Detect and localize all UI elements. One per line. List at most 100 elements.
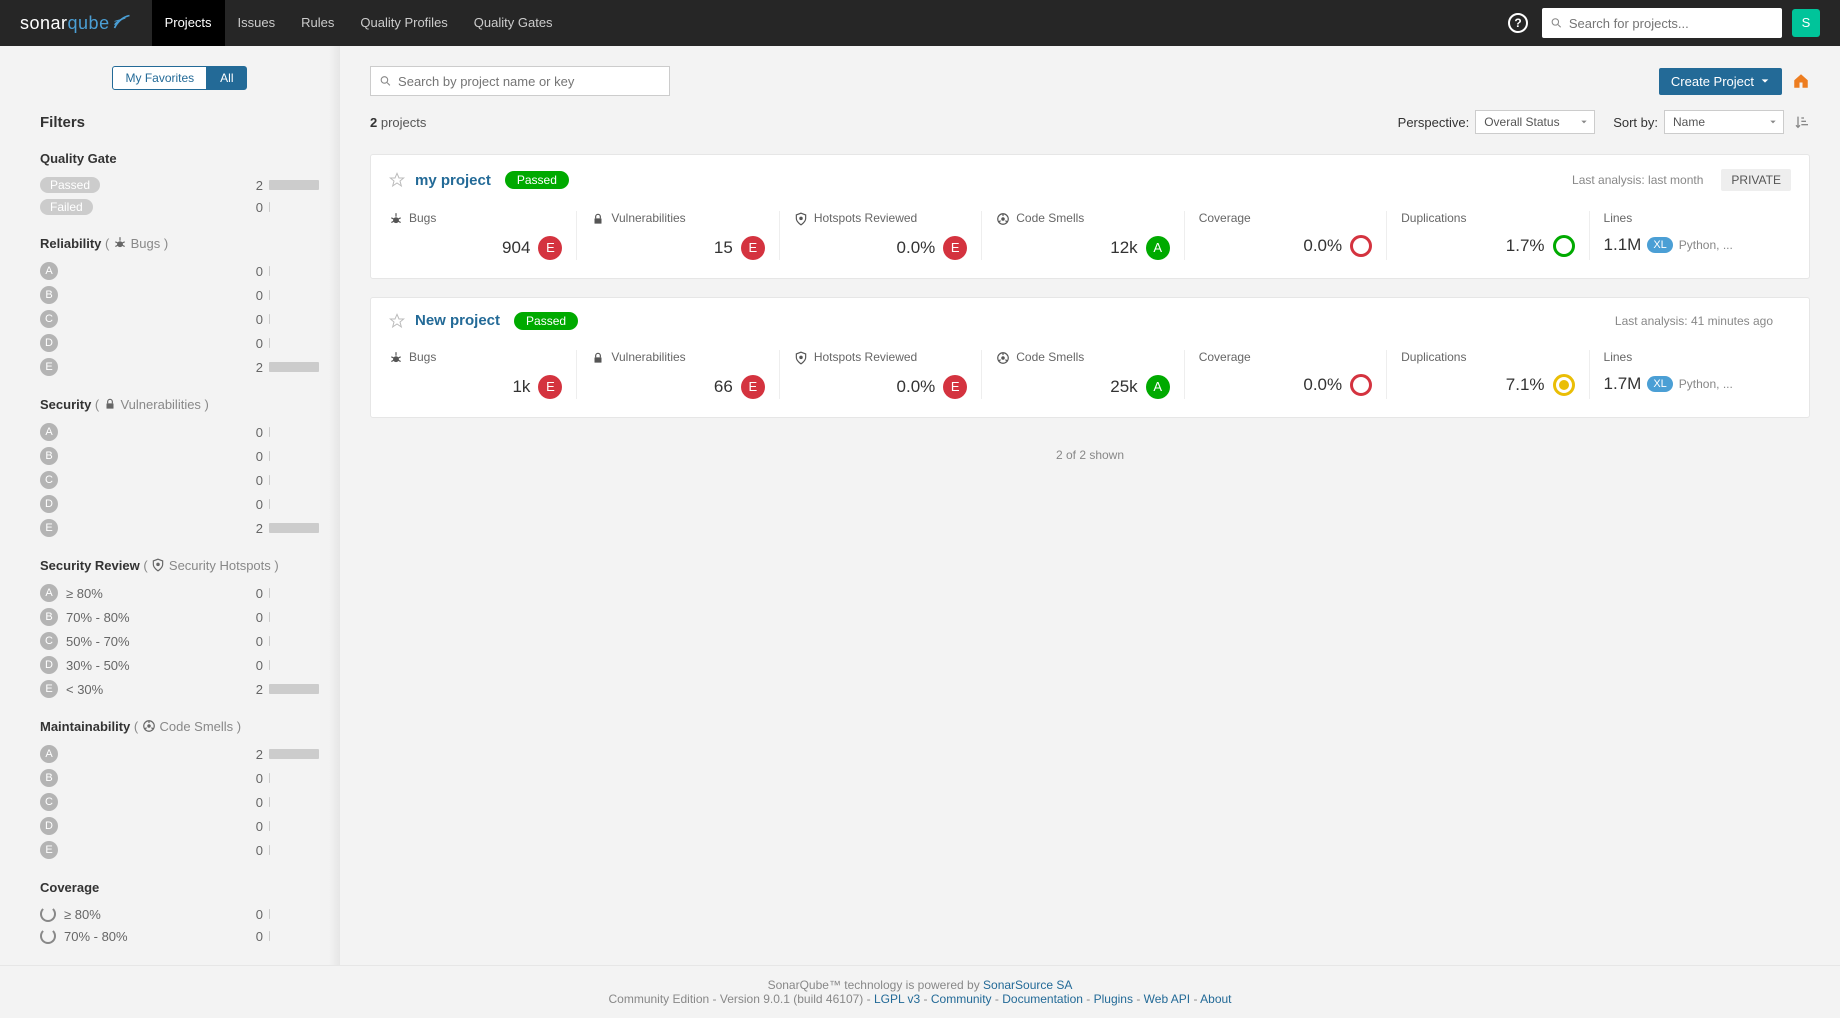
last-analysis-text: Last analysis: 41 minutes ago	[1615, 314, 1773, 328]
nav-quality-profiles[interactable]: Quality Profiles	[347, 0, 460, 46]
footer-sonarsource-link[interactable]: SonarSource SA	[983, 978, 1072, 992]
facet-row[interactable]: E0	[40, 838, 319, 862]
tab-all[interactable]: All	[207, 66, 246, 90]
facet-row[interactable]: E< 30%2	[40, 677, 319, 701]
facet-row[interactable]: D0	[40, 492, 319, 516]
sort-select[interactable]: Name	[1664, 110, 1784, 134]
project-search-input[interactable]	[398, 74, 661, 89]
facet-row[interactable]: B70% - 80%0	[40, 605, 319, 629]
facet-bar	[269, 427, 270, 437]
facet-row[interactable]: A0	[40, 259, 319, 283]
sort-direction-icon[interactable]	[1794, 114, 1810, 131]
grade-bubble: C	[40, 310, 58, 328]
search-icon	[1550, 16, 1563, 30]
metric-label: Duplications	[1401, 211, 1588, 225]
facet-row[interactable]: A0	[40, 420, 319, 444]
metric-label: Duplications	[1401, 350, 1588, 364]
facet-row[interactable]: D0	[40, 814, 319, 838]
metric[interactable]: Code Smells 12kA	[981, 211, 1183, 260]
facet-bar	[269, 684, 319, 694]
metric-value: 12k	[1110, 238, 1137, 258]
facet-quality-gate-title[interactable]: Quality Gate	[40, 151, 319, 166]
facet-row[interactable]: E2	[40, 516, 319, 540]
footer-link[interactable]: Web API	[1144, 992, 1190, 1006]
tab-my-favorites[interactable]: My Favorites	[112, 66, 207, 90]
facet-row[interactable]: A2	[40, 742, 319, 766]
facet-row[interactable]: ≥ 80%0	[40, 903, 319, 925]
footer-link[interactable]: Documentation	[1002, 992, 1083, 1006]
nav-projects[interactable]: Projects	[152, 0, 225, 46]
project-name-link[interactable]: my project	[415, 172, 491, 189]
create-project-button[interactable]: Create Project	[1659, 68, 1782, 95]
coverage-ring-icon	[1350, 235, 1372, 257]
brand-logo[interactable]: sonarqube	[20, 13, 132, 34]
facet-bar	[269, 362, 319, 372]
grade-bubble: A	[40, 262, 58, 280]
rating-badge: E	[741, 236, 765, 260]
metric[interactable]: Bugs 904E	[389, 211, 576, 260]
footer-link[interactable]: Community	[931, 992, 992, 1006]
grade-bubble: C	[40, 471, 58, 489]
help-icon[interactable]: ?	[1508, 13, 1528, 33]
nav-quality-gates[interactable]: Quality Gates	[461, 0, 566, 46]
facet-row[interactable]: C0	[40, 468, 319, 492]
brand-wave-icon	[112, 13, 132, 33]
facet-row[interactable]: B0	[40, 444, 319, 468]
metric[interactable]: Vulnerabilities 66E	[576, 350, 778, 399]
favorite-star-icon[interactable]	[389, 172, 405, 189]
home-icon[interactable]	[1792, 72, 1810, 90]
facet-bar	[269, 821, 270, 831]
metric-label: Lines	[1604, 211, 1791, 225]
facet-row[interactable]: B0	[40, 766, 319, 790]
facet-title[interactable]: Maintainability ( Code Smells )	[40, 719, 319, 734]
facet-coverage-title[interactable]: Coverage	[40, 880, 319, 895]
facet-bar	[269, 612, 270, 622]
metric[interactable]: Duplications 1.7%	[1386, 211, 1588, 260]
facet-row[interactable]: E2	[40, 355, 319, 379]
facet-row[interactable]: B0	[40, 283, 319, 307]
metric[interactable]: Code Smells 25kA	[981, 350, 1183, 399]
facet-title[interactable]: Reliability ( Bugs )	[40, 236, 319, 251]
metric-value: 0.0%	[897, 238, 936, 258]
facet-row[interactable]: 70% - 80%0	[40, 925, 319, 945]
facet-row[interactable]: A≥ 80%0	[40, 581, 319, 605]
rating-badge: A	[1146, 236, 1170, 260]
metric-label: Vulnerabilities	[591, 211, 778, 226]
facet-row[interactable]: C50% - 70%0	[40, 629, 319, 653]
metric[interactable]: Bugs 1kE	[389, 350, 576, 399]
metric-lines[interactable]: Lines 1.1MXLPython, ...	[1589, 211, 1791, 260]
footer: SonarQube™ technology is powered by Sona…	[0, 965, 1840, 1018]
facet-title[interactable]: Security ( Vulnerabilities )	[40, 397, 319, 412]
metric[interactable]: Duplications 7.1%	[1386, 350, 1588, 399]
favorite-star-icon[interactable]	[389, 313, 405, 330]
metric[interactable]: Vulnerabilities 15E	[576, 211, 778, 260]
facet-quality-gate-failed[interactable]: Failed 0	[40, 196, 319, 218]
metric-lines[interactable]: Lines 1.7MXLPython, ...	[1589, 350, 1791, 399]
perspective-select[interactable]: Overall Status	[1475, 110, 1595, 134]
nav-rules[interactable]: Rules	[288, 0, 347, 46]
facet-row[interactable]: D0	[40, 331, 319, 355]
user-avatar[interactable]: S	[1792, 9, 1820, 37]
metric[interactable]: Hotspots Reviewed 0.0%E	[779, 350, 981, 399]
metric[interactable]: Coverage 0.0%	[1184, 211, 1386, 260]
project-search[interactable]	[370, 66, 670, 96]
grade-bubble: C	[40, 632, 58, 650]
global-search[interactable]	[1542, 8, 1782, 38]
project-name-link[interactable]: New project	[415, 312, 500, 329]
facet-row[interactable]: D30% - 50%0	[40, 653, 319, 677]
facet-bar	[269, 180, 319, 190]
rating-badge: E	[538, 375, 562, 399]
rating-badge: A	[1146, 375, 1170, 399]
metric-label: Coverage	[1199, 350, 1386, 364]
nav-issues[interactable]: Issues	[225, 0, 289, 46]
global-search-input[interactable]	[1569, 16, 1774, 31]
footer-link[interactable]: Plugins	[1094, 992, 1133, 1006]
facet-title[interactable]: Security Review ( Security Hotspots )	[40, 558, 319, 573]
facet-row[interactable]: C0	[40, 307, 319, 331]
facet-quality-gate-passed[interactable]: Passed 2	[40, 174, 319, 196]
metric[interactable]: Hotspots Reviewed 0.0%E	[779, 211, 981, 260]
footer-link[interactable]: About	[1200, 992, 1231, 1006]
metric[interactable]: Coverage 0.0%	[1184, 350, 1386, 399]
facet-row[interactable]: C0	[40, 790, 319, 814]
footer-link[interactable]: LGPL v3	[874, 992, 920, 1006]
